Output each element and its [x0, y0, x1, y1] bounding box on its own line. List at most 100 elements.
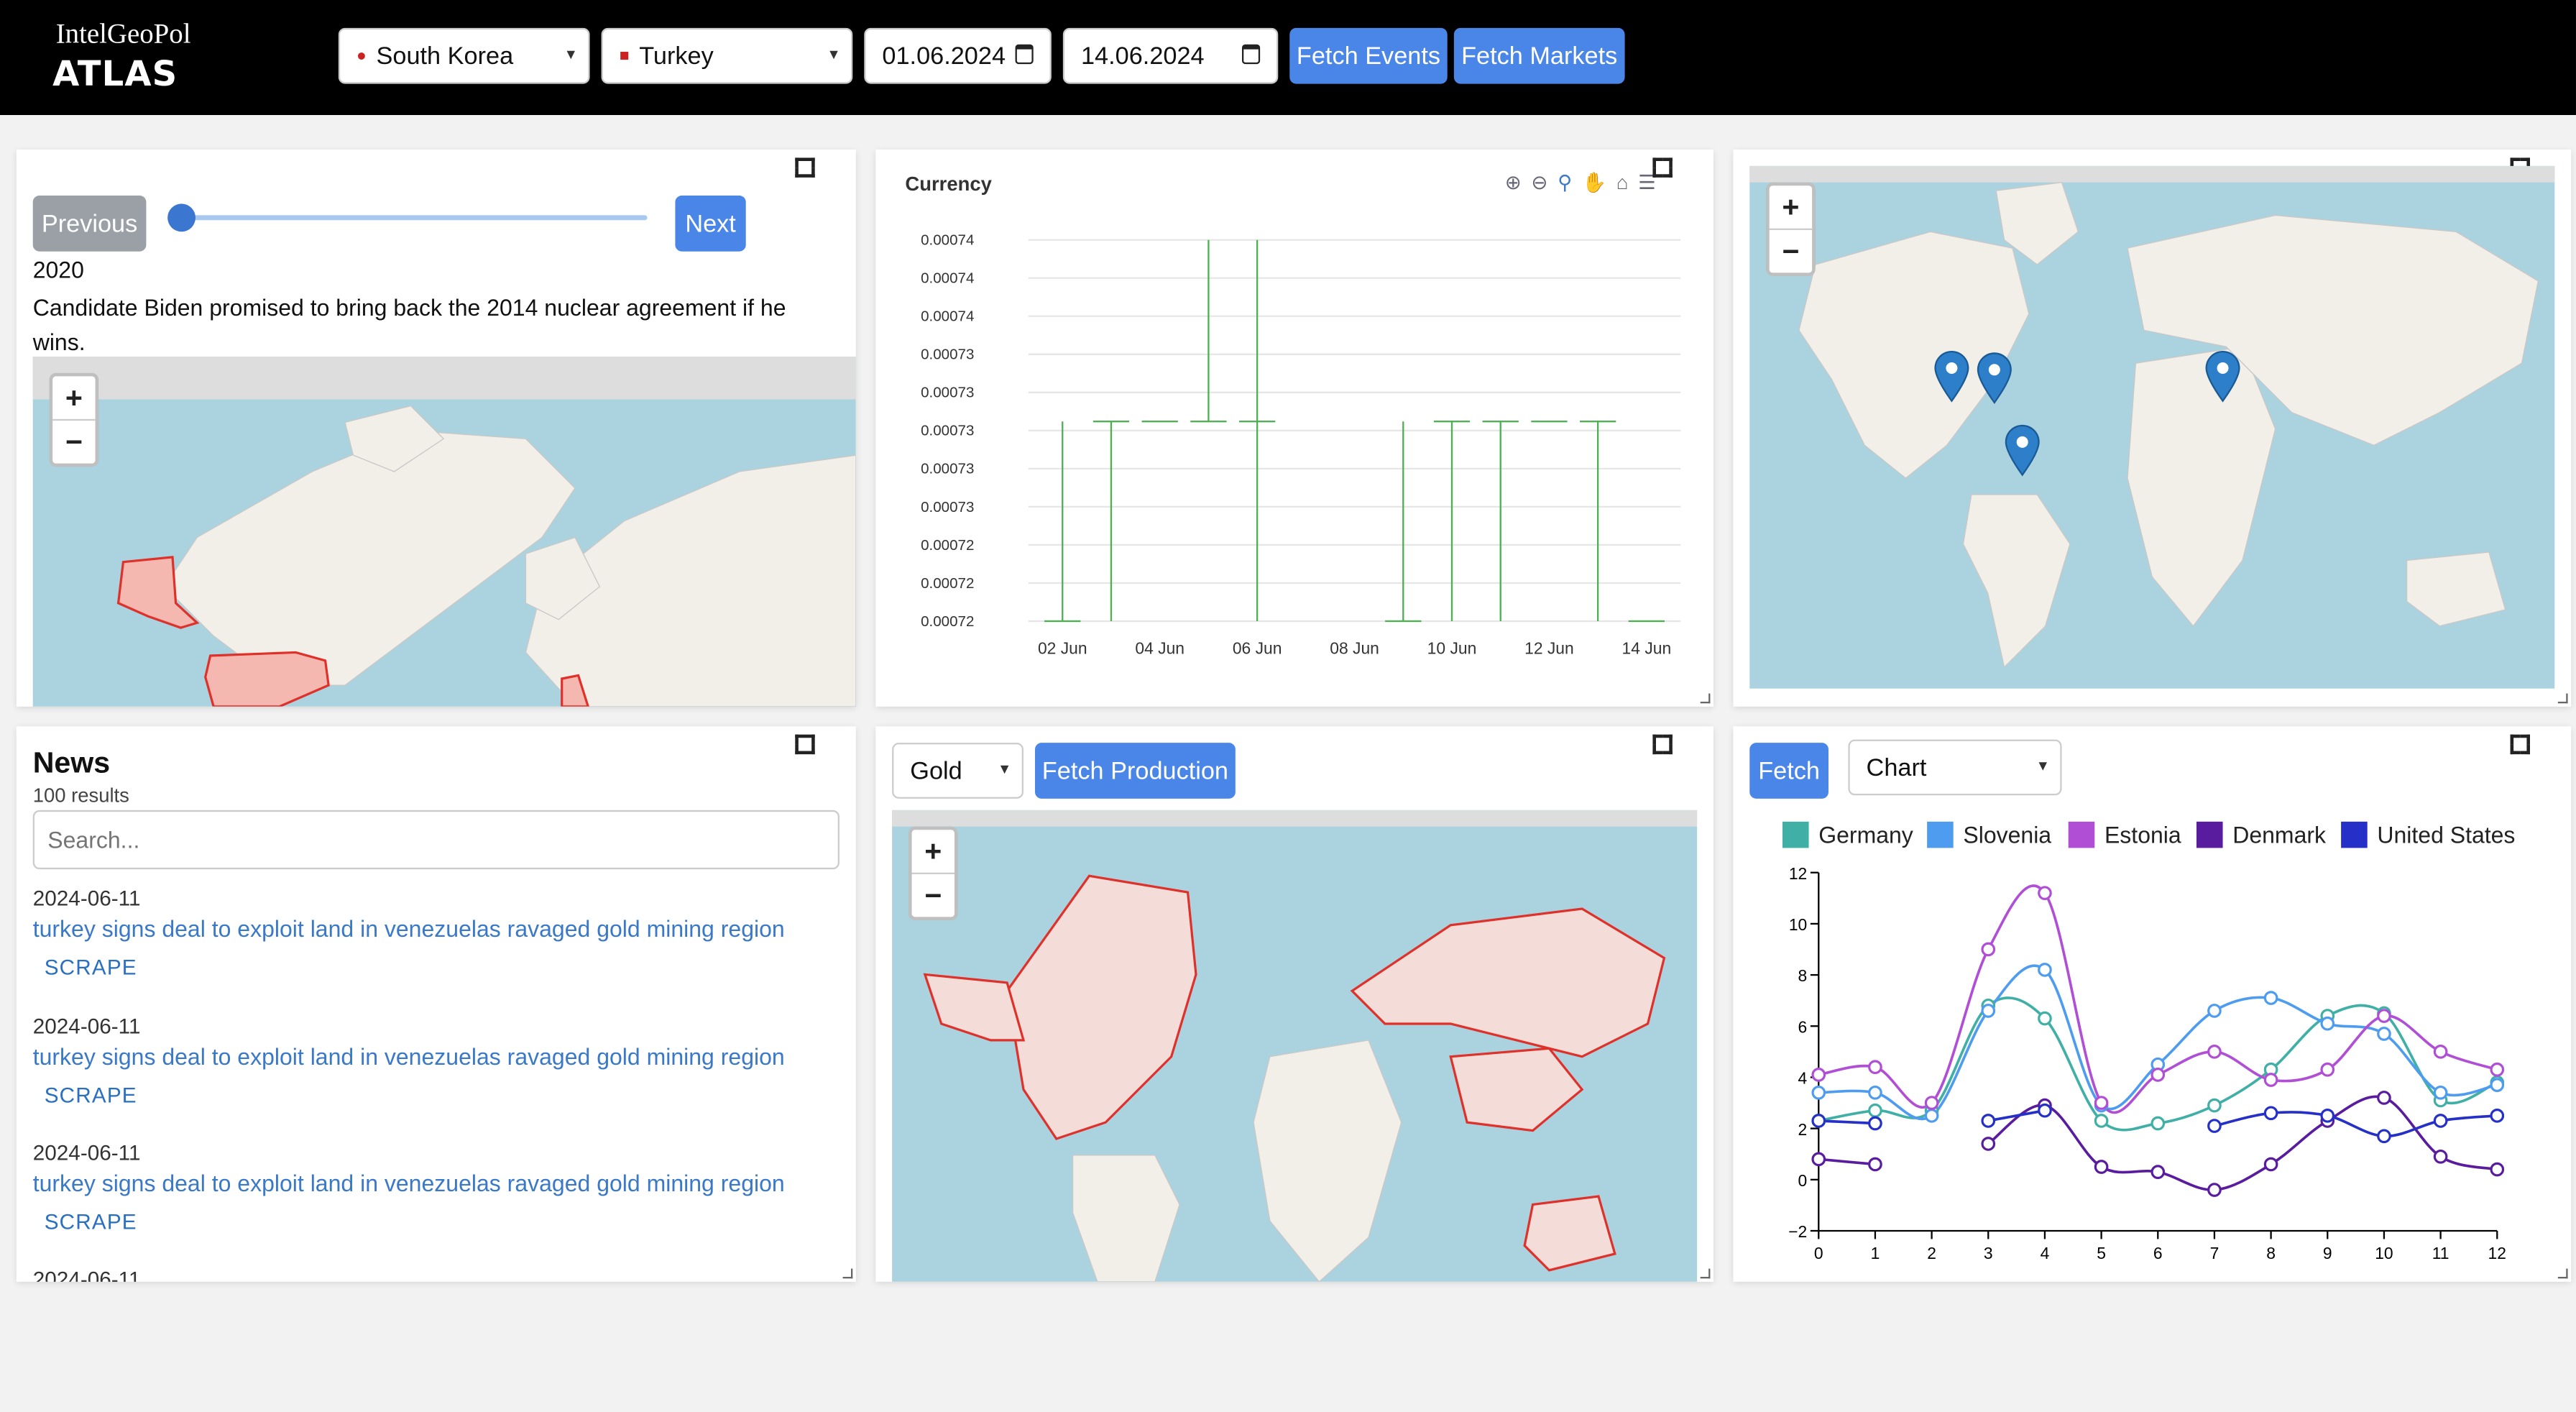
map-marker-icon[interactable]	[2005, 424, 2040, 477]
data-point	[2094, 1160, 2109, 1174]
commodity-select[interactable]: Gold ▾	[892, 743, 1024, 799]
fetch-events-button[interactable]: Fetch Events	[1289, 27, 1448, 84]
news-link[interactable]: turkey signs deal to exploit land in ven…	[33, 915, 785, 942]
x-tick-label: 10 Jun	[1427, 639, 1477, 658]
y-tick-label: 0.00073	[921, 499, 974, 515]
data-point	[1868, 1157, 1882, 1172]
news-panel: News 100 results 2024-06-11 turkey signs…	[16, 726, 856, 1282]
timeline-slider-thumb[interactable]	[167, 203, 196, 232]
resize-handle[interactable]	[842, 1268, 853, 1279]
x-tick-label: 1	[1871, 1244, 1880, 1262]
commodity-value: Gold	[910, 756, 962, 785]
currency-chart: 0.00074 0.00074 0.00074 0.00073 0.00073 0.000…	[921, 232, 1681, 658]
legend-label: Germany	[1818, 822, 1913, 848]
resize-handle[interactable]	[1700, 693, 1711, 704]
candle	[1482, 421, 1519, 621]
legend-swatch	[1927, 821, 1954, 848]
world-map-layer	[116, 405, 856, 707]
zoom-out-button[interactable]: −	[1770, 230, 1812, 272]
country-a-select[interactable]: ● South Korea ▾	[338, 27, 590, 84]
alaska-highlight	[923, 973, 1026, 1042]
fetch-production-button[interactable]: Fetch Production	[1034, 743, 1236, 799]
legend-label: Estonia	[2104, 822, 2181, 848]
data-point	[1811, 1085, 1826, 1100]
legend-swatch	[2196, 821, 2223, 848]
data-point	[2263, 1106, 2278, 1121]
fullscreen-icon[interactable]	[1652, 734, 1673, 755]
data-point	[2433, 1045, 2448, 1059]
candle-body	[1531, 421, 1568, 423]
series-line	[1818, 1157, 1876, 1166]
y-tick-label: 0.00073	[921, 461, 974, 477]
zoom-out-button[interactable]: −	[52, 421, 95, 463]
zoom-in-button[interactable]: +	[52, 376, 96, 421]
news-search-input[interactable]	[32, 810, 840, 870]
fullscreen-icon[interactable]	[795, 157, 815, 178]
timeline-slider-track[interactable]	[180, 215, 648, 221]
data-point	[1981, 1004, 1996, 1018]
scrape-button[interactable]: SCRAPE	[45, 1083, 785, 1107]
currency-panel: Currency ⊕ ⊖ ⚲ ✋ ⌂ ☰ 0.00074 0.00074 0.000…	[875, 149, 1714, 707]
map-marker-icon[interactable]	[1934, 351, 1969, 403]
events-map[interactable]: + −	[1749, 165, 2555, 689]
event-markers	[1934, 351, 2240, 477]
data-point	[2038, 1011, 2052, 1026]
start-date-input[interactable]: 01.06.2024	[864, 27, 1052, 84]
scrape-button[interactable]: SCRAPE	[45, 1209, 785, 1234]
x-tick-label: 12	[2488, 1244, 2506, 1262]
news-link[interactable]: turkey signs deal to exploit land in ven…	[33, 1170, 785, 1196]
data-point	[2038, 1103, 2052, 1118]
candle	[1044, 421, 1081, 623]
candle	[1580, 421, 1616, 621]
x-tick-label: 0	[1814, 1244, 1823, 1262]
calendar-icon[interactable]	[1015, 44, 1034, 65]
candle-body	[1580, 421, 1616, 423]
candle-body	[1628, 620, 1665, 623]
resize-handle[interactable]	[1700, 1268, 1711, 1279]
y-tick-label: 10	[1789, 915, 1807, 934]
x-tick-label: 6	[2153, 1244, 2163, 1262]
data-point	[2094, 1096, 2109, 1110]
news-item: 2024-06-11 turkey signs deal to exploit …	[33, 886, 785, 979]
candle	[1433, 421, 1471, 621]
fetch-markets-button[interactable]: Fetch Markets	[1453, 27, 1625, 84]
resize-handle[interactable]	[2557, 693, 2568, 704]
data-point	[2433, 1114, 2448, 1128]
x-tick-label: 5	[2097, 1244, 2106, 1262]
data-point	[2094, 1114, 2109, 1128]
news-item: 2024-06-11	[33, 1267, 141, 1282]
zoom-in-button[interactable]: +	[911, 830, 954, 874]
legend-swatch	[1782, 821, 1809, 848]
data-point	[2263, 1073, 2278, 1087]
country-b-select[interactable]: ■ Turkey ▾	[601, 27, 853, 84]
legend-label: Slovenia	[1963, 822, 2051, 848]
candle-body	[1141, 421, 1178, 423]
candle	[1190, 239, 1227, 423]
y-tick-label: −2	[1788, 1222, 1807, 1241]
scrape-button[interactable]: SCRAPE	[45, 955, 785, 979]
production-map[interactable]: + −	[892, 810, 1698, 1282]
map-marker-icon[interactable]	[2205, 351, 2240, 403]
fullscreen-icon[interactable]	[795, 734, 815, 755]
data-point	[2038, 963, 2052, 977]
news-link[interactable]: turkey signs deal to exploit land in ven…	[33, 1043, 785, 1070]
data-point	[2433, 1149, 2448, 1164]
zoom-in-button[interactable]: +	[1769, 185, 1813, 230]
news-title: News	[32, 746, 111, 779]
y-tick-label: 0.00074	[921, 270, 974, 287]
zoom-out-button[interactable]: −	[912, 874, 954, 917]
data-point	[1981, 942, 1996, 957]
resize-handle[interactable]	[2557, 1268, 2568, 1279]
end-date-input[interactable]: 14.06.2024	[1062, 27, 1279, 84]
data-point	[2038, 886, 2052, 901]
calendar-icon[interactable]	[1241, 44, 1261, 65]
timeline-map[interactable]: + −	[32, 356, 856, 707]
map-marker-icon[interactable]	[1977, 352, 2012, 404]
candle-body	[1238, 421, 1276, 423]
next-button[interactable]: Next	[675, 195, 746, 252]
previous-button[interactable]: Previous	[32, 195, 147, 252]
y-tick-label: 0.00073	[921, 347, 974, 363]
candle	[1092, 421, 1130, 621]
y-tick-label: 0.00073	[921, 385, 974, 401]
x-tick-label: 08 Jun	[1330, 639, 1379, 658]
